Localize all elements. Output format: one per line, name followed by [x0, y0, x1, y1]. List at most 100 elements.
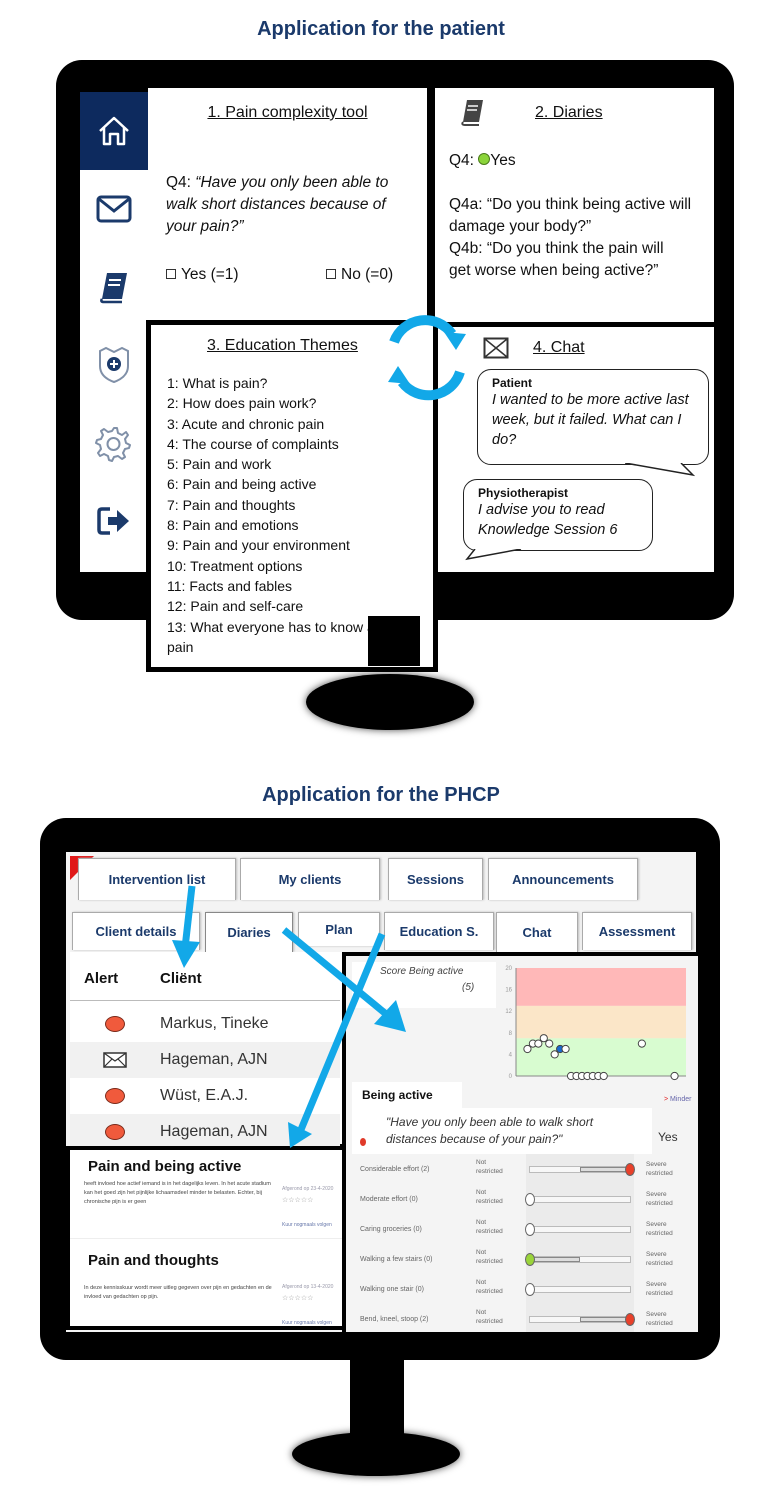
option-no[interactable]: No (=0) — [326, 264, 393, 286]
patient-sidebar — [80, 92, 149, 572]
article-title[interactable]: Pain and thoughts — [88, 1252, 219, 1269]
diaries-q4b: Q4b: “Do you think the pain will get wor… — [449, 240, 664, 279]
client-name[interactable]: Wüst, E.A.J. — [160, 1087, 248, 1105]
slider-knob[interactable] — [625, 1163, 635, 1176]
client-name[interactable]: Markus, Tineke — [160, 1015, 268, 1033]
sidebar-item-health[interactable] — [80, 326, 148, 404]
education-theme-item[interactable]: 9: Pain and your environment — [167, 535, 407, 555]
chart-y-tick-label: 0 — [509, 1074, 513, 1080]
education-theme-item[interactable]: 3: Acute and chronic pain — [167, 414, 407, 434]
tab-plan[interactable]: Plan — [298, 912, 380, 946]
slider-min-label: Not restricted — [476, 1309, 503, 1325]
client-list-panel: Alert Cliënt Markus, Tineke Hageman, AJN W… — [70, 952, 350, 1150]
client-name[interactable]: Hageman, AJN — [160, 1051, 268, 1069]
patient-monitor-neck — [368, 616, 420, 666]
diary-question: "Have you only been able to walk short d… — [386, 1115, 594, 1146]
education-theme-item[interactable]: 10: Treatment options — [167, 556, 407, 576]
sidebar-item-home[interactable] — [80, 92, 148, 170]
checkbox-yes[interactable] — [166, 269, 176, 279]
section-title-being-active: Being active — [362, 1088, 433, 1102]
activity-label: Walking a few stairs (0) — [360, 1256, 433, 1263]
activity-slider[interactable] — [525, 1193, 631, 1206]
tab-intervention-list[interactable]: Intervention list — [78, 858, 236, 900]
mail-icon — [96, 195, 132, 223]
article-text: In deze kennisskuur wordt meer uitleg ge… — [84, 1285, 272, 1300]
article-completed-date: Afgerond op 23-4-2020 — [282, 1186, 334, 1192]
activity-slider[interactable] — [529, 1313, 635, 1326]
chart-point — [545, 1039, 554, 1048]
education-title: 3. Education Themes — [207, 337, 358, 354]
client-row[interactable]: Wüst, E.A.J. — [70, 1078, 340, 1114]
client-row[interactable]: Hageman, AJN — [70, 1114, 340, 1150]
slider-knob[interactable] — [525, 1283, 535, 1296]
slider-knob[interactable] — [525, 1253, 535, 1266]
slider-max-label: Severe restricted — [646, 1311, 673, 1327]
pain-tool-title: 1. Pain complexity tool — [207, 104, 368, 121]
diaries-panel: 2. Diaries Q4: Yes Q4a: “Do you think be… — [430, 88, 714, 328]
tab-client-details[interactable]: Client details — [72, 912, 200, 950]
diary-book-icon — [100, 273, 127, 304]
tab-diaries[interactable]: Diaries — [205, 912, 293, 952]
education-theme-item[interactable]: 8: Pain and emotions — [167, 515, 407, 535]
slider-knob[interactable] — [525, 1193, 535, 1206]
slider-knob[interactable] — [525, 1223, 535, 1236]
article-completed-date: Afgerond op 13-4-2020 — [282, 1284, 334, 1290]
article-repeat-link[interactable]: Kuur nogmaals volgen — [282, 1320, 332, 1326]
tab-education-sessions[interactable]: Education S. — [384, 912, 494, 950]
diaries-q4a: Q4a: “Do you think being active will dam… — [449, 196, 692, 235]
education-theme-item[interactable]: 2: How does pain work? — [167, 393, 407, 413]
score-value: (5) — [462, 982, 475, 993]
chart-point — [534, 1039, 543, 1048]
mail-alert-icon — [103, 1052, 127, 1068]
tab-my-clients[interactable]: My clients — [240, 858, 380, 900]
activity-slider[interactable] — [525, 1283, 631, 1296]
education-theme-item[interactable]: 4: The course of complaints — [167, 434, 407, 454]
article-rating[interactable]: ☆☆☆☆☆ — [282, 1294, 313, 1302]
client-row[interactable]: Hageman, AJN — [70, 1042, 340, 1078]
slider-max-label: Severe restricted — [646, 1251, 673, 1267]
option-yes[interactable]: Yes (=1) — [166, 264, 239, 286]
sidebar-item-logout[interactable] — [80, 482, 148, 560]
education-theme-item[interactable]: 6: Pain and being active — [167, 474, 407, 494]
sidebar-item-messages[interactable] — [80, 170, 148, 248]
home-icon — [99, 116, 129, 146]
education-theme-item[interactable]: 11: Facts and fables — [167, 576, 407, 596]
client-row[interactable]: Markus, Tineke — [70, 1006, 340, 1042]
slider-knob[interactable] — [625, 1313, 635, 1326]
activity-slider[interactable] — [525, 1223, 631, 1236]
chart-point — [539, 1034, 548, 1043]
bubble-tail — [625, 463, 695, 477]
diary-book-icon — [461, 100, 483, 126]
activity-slider-row: Bend, kneel, stoop (2) Not restricted Seve… — [346, 1304, 686, 1332]
chat-message-physio: Physiotherapist I advise you to read Kno… — [463, 479, 653, 551]
tab-announcements[interactable]: Announcements — [488, 858, 638, 900]
checkbox-no[interactable] — [326, 269, 336, 279]
slider-fill — [580, 1167, 630, 1172]
tab-assessment[interactable]: Assessment — [582, 912, 692, 950]
slider-min-label: Not restricted — [476, 1219, 503, 1235]
article-item: Pain and thoughts In deze kennisskuur wor… — [70, 1240, 344, 1328]
tab-chat[interactable]: Chat — [496, 912, 578, 952]
activity-label: Bend, kneel, stoop (2) — [360, 1316, 429, 1323]
sidebar-item-diaries[interactable] — [80, 248, 148, 326]
article-repeat-link[interactable]: Kuur nogmaals volgen — [282, 1222, 332, 1228]
article-title[interactable]: Pain and being active — [88, 1158, 241, 1175]
phcp-app-title: Application for the PHCP — [262, 784, 500, 806]
link-minder[interactable]: > Minder — [664, 1096, 691, 1103]
patient-monitor-base — [306, 674, 474, 730]
tab-sessions[interactable]: Sessions — [388, 858, 483, 900]
education-theme-item[interactable]: 12: Pain and self-care — [167, 596, 407, 616]
activity-slider[interactable] — [529, 1163, 635, 1176]
pain-tool-question: Q4: “Have you only been able to walk sho… — [166, 174, 389, 235]
articles-panel: Pain and being active heeft invloed hoe a… — [66, 1146, 348, 1330]
client-name[interactable]: Hageman, AJN — [160, 1123, 268, 1141]
education-theme-item[interactable]: 1: What is pain? — [167, 373, 407, 393]
activity-slider[interactable] — [525, 1253, 631, 1266]
article-rating[interactable]: ☆☆☆☆☆ — [282, 1196, 313, 1204]
phcp-monitor-neck — [350, 1356, 404, 1436]
diary-detail-panel: Score Being active (5) 0 4 8 12 16 20 Being a… — [342, 952, 698, 1332]
education-theme-item[interactable]: 7: Pain and thoughts — [167, 495, 407, 515]
slider-max-label: Severe restricted — [646, 1221, 673, 1237]
education-theme-item[interactable]: 5: Pain and work — [167, 454, 407, 474]
sidebar-item-settings[interactable] — [80, 404, 148, 482]
